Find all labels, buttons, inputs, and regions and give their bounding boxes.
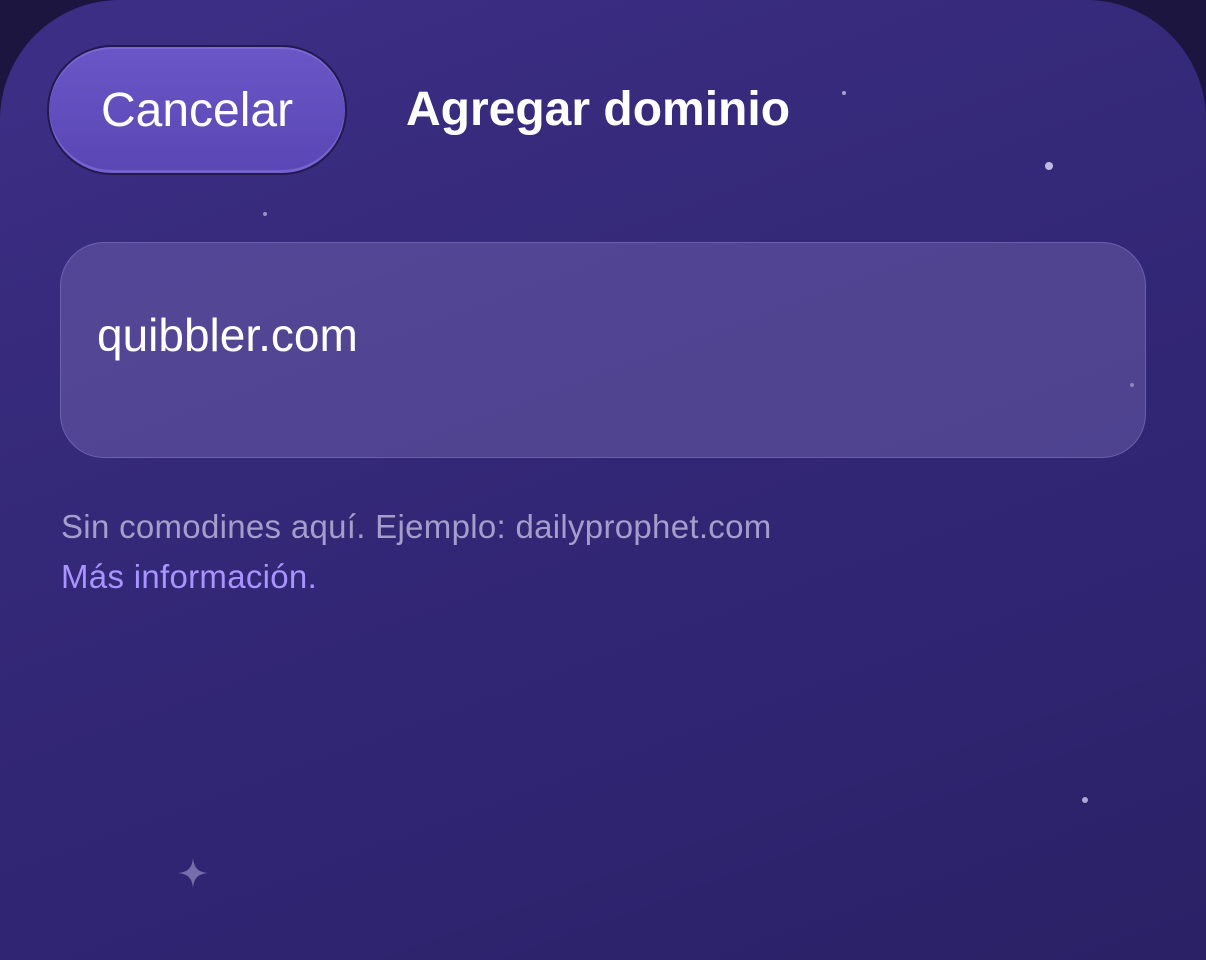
sparkle-icon <box>178 858 208 888</box>
add-domain-sheet: Cancelar Agregar dominio Sin comodines a… <box>0 0 1206 960</box>
domain-field[interactable] <box>60 242 1146 458</box>
star-decoration <box>263 212 267 216</box>
star-decoration <box>1082 797 1088 803</box>
more-info-link[interactable]: Más información. <box>61 558 317 596</box>
page-title: Agregar dominio <box>406 83 791 136</box>
star-decoration <box>842 91 846 95</box>
helper-text: Sin comodines aquí. Ejemplo: dailyprophe… <box>61 508 772 545</box>
domain-input[interactable] <box>97 303 1097 367</box>
star-decoration <box>1045 162 1053 170</box>
cancel-button[interactable]: Cancelar <box>47 45 347 175</box>
